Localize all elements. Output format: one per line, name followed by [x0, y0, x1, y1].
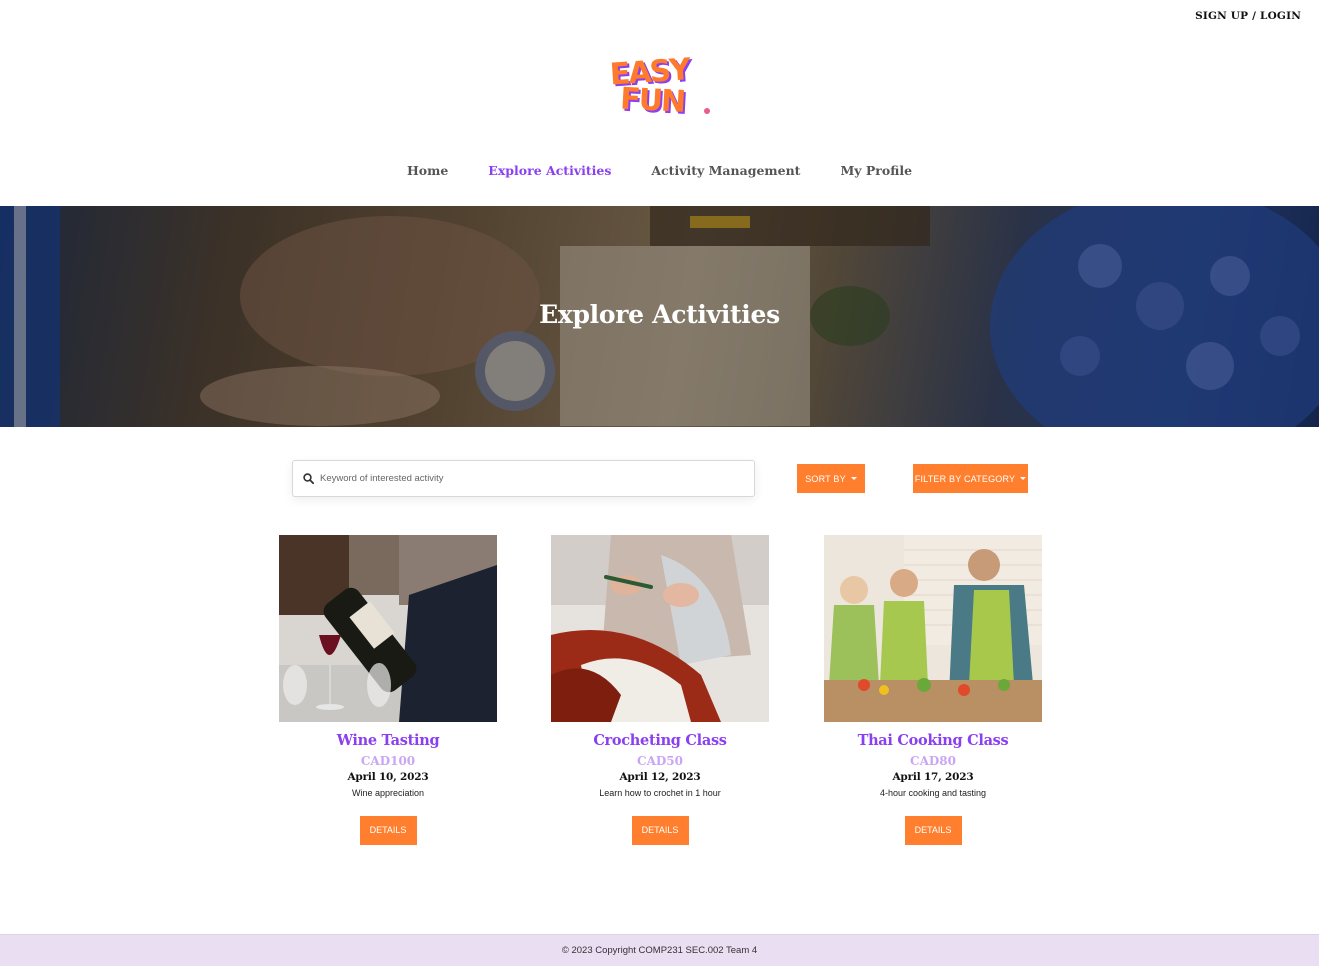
- main-nav: Home Explore Activities Activity Managem…: [0, 163, 1319, 178]
- caret-down-icon: [850, 477, 857, 480]
- activity-card-wine-tasting: Wine Tasting CAD100 April 10, 2023 Wine …: [279, 535, 497, 845]
- crocheting-class-image[interactable]: [551, 535, 769, 722]
- activity-title[interactable]: Wine Tasting: [279, 732, 497, 749]
- activity-card-thai-cooking-class: Thai Cooking Class CAD80 April 17, 2023 …: [824, 535, 1042, 845]
- activity-price: CAD50: [637, 754, 683, 768]
- search-icon: [303, 469, 315, 488]
- hero-title: Explore Activities: [539, 300, 780, 329]
- copyright-text: © 2023 Copyright COMP231 SEC.002 Team 4: [561, 945, 758, 956]
- activity-date: April 17, 2023: [892, 771, 974, 783]
- thai-cooking-class-image[interactable]: [824, 535, 1042, 722]
- activity-description: 4-hour cooking and tasting: [879, 788, 987, 798]
- logo-fun-text: FUN: [619, 82, 685, 120]
- search-box[interactable]: [292, 460, 755, 497]
- nav-activity-management[interactable]: Activity Management: [651, 163, 800, 178]
- nav-my-profile[interactable]: My Profile: [840, 163, 912, 178]
- details-button[interactable]: DETAILS: [631, 816, 689, 845]
- hero-banner: Explore Activities: [0, 206, 1319, 427]
- wine-tasting-image[interactable]: [279, 535, 497, 722]
- activity-price: CAD100: [360, 754, 416, 768]
- logo-dot: [704, 108, 710, 114]
- filter-by-category-label: FILTER BY CATEGORY: [914, 473, 1016, 484]
- sort-by-label: SORT BY: [805, 473, 846, 484]
- activity-date: April 12, 2023: [619, 771, 701, 783]
- activity-title[interactable]: Crocheting Class: [551, 732, 769, 749]
- activity-description: Wine appreciation: [351, 788, 425, 798]
- nav-explore-activities[interactable]: Explore Activities: [488, 163, 611, 178]
- caret-down-icon: [1020, 477, 1027, 480]
- activity-title[interactable]: Thai Cooking Class: [824, 732, 1042, 749]
- footer: © 2023 Copyright COMP231 SEC.002 Team 4: [0, 934, 1319, 966]
- filter-by-category-button[interactable]: FILTER BY CATEGORY: [913, 464, 1028, 493]
- easy-fun-logo[interactable]: EASY EASY FUN FUN: [608, 52, 718, 122]
- sort-by-button[interactable]: SORT BY: [797, 464, 865, 493]
- activity-card-crocheting-class: Crocheting Class CAD50 April 12, 2023 Le…: [551, 535, 769, 845]
- activity-price: CAD80: [910, 754, 956, 768]
- details-button[interactable]: DETAILS: [904, 816, 962, 845]
- details-button[interactable]: DETAILS: [359, 816, 417, 845]
- signup-login-link[interactable]: SIGN UP / LOGIN: [1195, 10, 1301, 22]
- nav-home[interactable]: Home: [407, 163, 448, 178]
- activity-description: Learn how to crochet in 1 hour: [599, 788, 721, 798]
- activity-date: April 10, 2023: [347, 771, 429, 783]
- search-input[interactable]: [320, 473, 740, 484]
